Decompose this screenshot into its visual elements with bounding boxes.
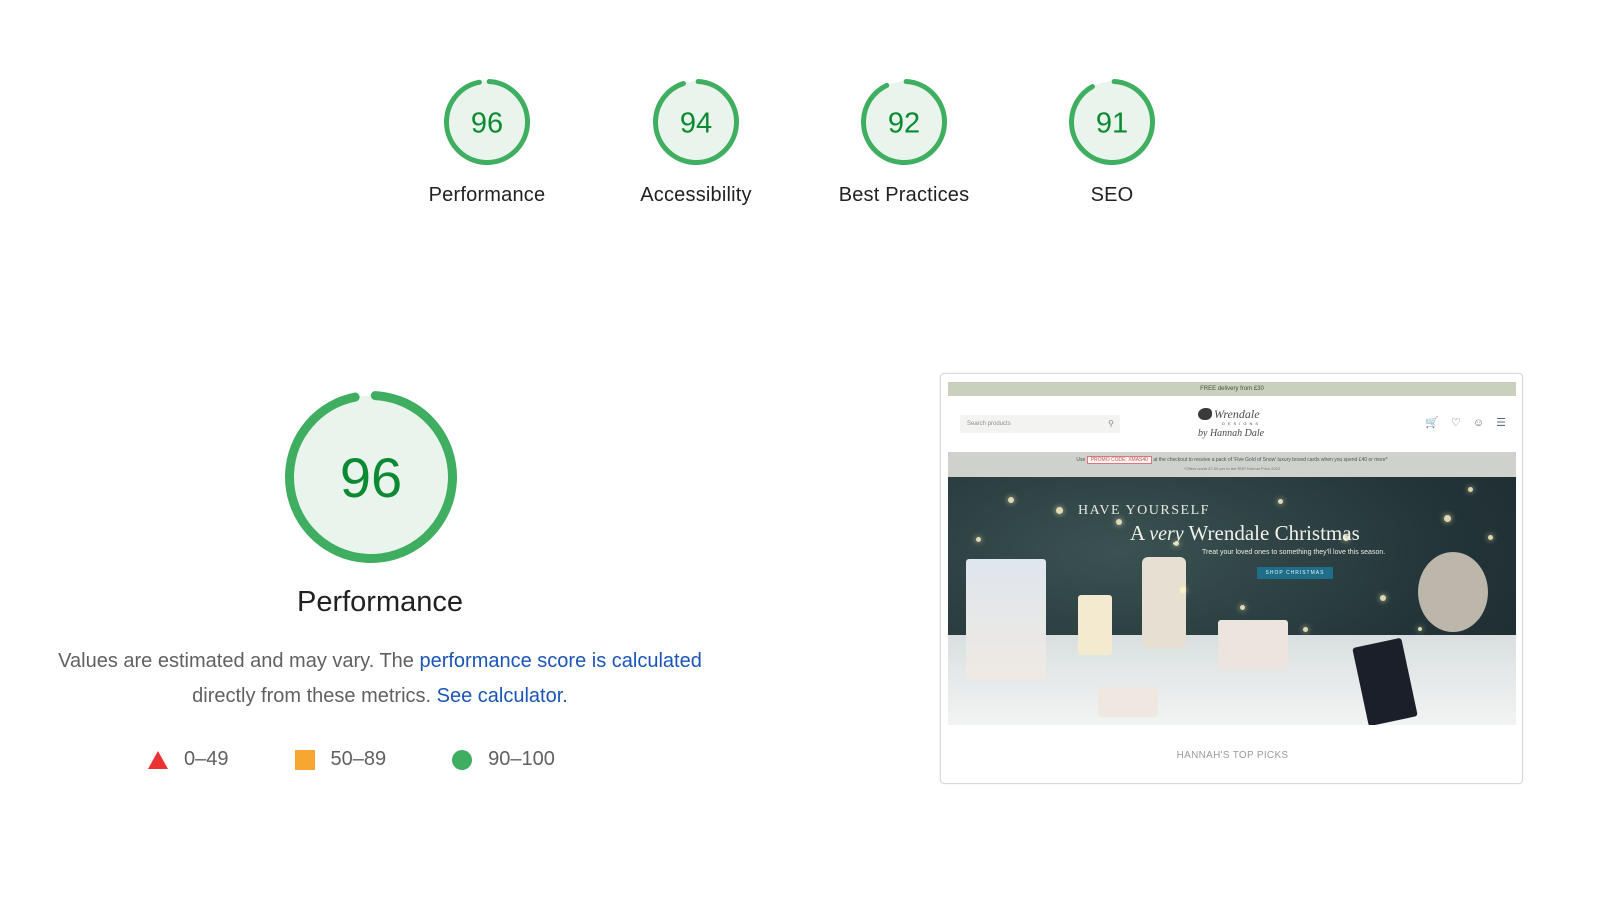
bokeh-light — [1180, 587, 1186, 593]
bokeh-light — [1444, 515, 1451, 522]
promo-code: PROMO CODE: XMAS40 — [1086, 456, 1152, 464]
wren-bird-icon — [1198, 408, 1212, 420]
preview-logo: Wrendale DESIGNS by Hannah Dale — [1196, 406, 1276, 444]
shop-christmas-button: SHOP CHRISTMAS — [1257, 567, 1333, 579]
score-gauge: 96 — [444, 79, 530, 165]
hero-product-tin — [1142, 557, 1186, 649]
gauge-score: 94 — [680, 107, 712, 139]
menu-icon: ☰ — [1496, 417, 1506, 429]
hero-line2-em: very — [1149, 523, 1184, 545]
final-screenshot-preview[interactable]: FREE delivery from £30 Search products ⚲… — [940, 373, 1523, 784]
square-average-icon — [294, 749, 315, 770]
bokeh-light — [1240, 605, 1245, 610]
promo-suffix: at the checkout to receive a pack of 'Fi… — [1153, 457, 1388, 463]
legend-item-pass: 90–100 — [452, 748, 555, 771]
legend-item-average: 50–89 — [294, 748, 387, 771]
logo-signature: by Hannah Dale — [1198, 428, 1265, 439]
preview-header-icons: 🛒 ♡ ☺ ☰ — [1413, 416, 1506, 430]
hero-product-clock — [1418, 552, 1488, 632]
hero-line1: HAVE YOURSELF — [1078, 503, 1210, 518]
preview-section-title: HANNAH'S TOP PICKS — [1176, 750, 1289, 761]
hero-product-card — [966, 559, 1046, 679]
score-calculation-link[interactable]: performance score is calculated — [419, 650, 701, 672]
preview-search-placeholder: Search products — [967, 421, 1011, 427]
category-gauges: 96 Performance 94 Accessibility 92 Best … — [0, 78, 1600, 228]
gauge-score: 96 — [471, 107, 503, 139]
legend-range: 50–89 — [330, 748, 387, 770]
bokeh-light — [976, 537, 981, 542]
preview-promo-bar: Use PROMO CODE: XMAS40 at the checkout t… — [948, 452, 1516, 477]
gauge-performance[interactable]: 96 Performance — [397, 78, 577, 207]
logo-brand: Wrendale — [1214, 407, 1260, 421]
bokeh-light — [1008, 497, 1014, 503]
promo-note: *Offers worth £7.00 per to the RRP Norma… — [1183, 466, 1281, 471]
legend-item-fail: 0–49 — [148, 748, 229, 771]
preview-hero-image: HAVE YOURSELF A very Wrendale Christmas … — [948, 477, 1516, 725]
bokeh-light — [1488, 535, 1493, 540]
description-text: Values are estimated and may vary. The — [58, 650, 420, 672]
gauge-label: Best Practices — [838, 184, 970, 206]
score-legend: 0–49 50–89 90–100 — [148, 748, 555, 771]
account-icon: ☺ — [1472, 416, 1485, 429]
hero-product-house — [1078, 595, 1112, 655]
score-gauge: 91 — [1069, 79, 1155, 165]
hero-line3: Treat your loved ones to something they'… — [1202, 549, 1386, 556]
score-gauge: 92 — [861, 79, 947, 165]
bokeh-light — [1468, 487, 1473, 492]
gauge-score: 96 — [340, 446, 402, 509]
gauge-label: Accessibility — [640, 184, 752, 206]
performance-description: Values are estimated and may vary. The p… — [0, 644, 760, 714]
gauge-seo[interactable]: 91 SEO — [1022, 78, 1202, 207]
bokeh-light — [1056, 507, 1063, 514]
circle-pass-icon — [452, 749, 473, 770]
gauge-label: SEO — [1090, 184, 1134, 206]
bokeh-light — [1303, 627, 1308, 632]
gauge-accessibility[interactable]: 94 Accessibility — [606, 78, 786, 207]
hero-product-box — [1218, 620, 1288, 670]
legend-range: 90–100 — [488, 748, 555, 770]
preview-search-input: Search products ⚲ — [960, 415, 1120, 433]
basket-icon: 🛒 — [1425, 417, 1440, 429]
gauge-score: 91 — [1096, 107, 1128, 139]
search-icon: ⚲ — [1108, 419, 1114, 428]
hero-line2: A very Wrendale Christmas — [1130, 521, 1360, 546]
heart-icon: ♡ — [1451, 417, 1461, 429]
gauge-best-practices[interactable]: 92 Best Practices — [814, 78, 994, 207]
score-gauge: 94 — [653, 79, 739, 165]
gauge-label: Performance — [428, 184, 546, 206]
triangle-fail-icon — [148, 750, 168, 769]
legend-range: 0–49 — [184, 748, 229, 770]
hero-line2-b: Wrendale Christmas — [1183, 521, 1360, 545]
bokeh-light — [1380, 595, 1386, 601]
performance-gauge-large: 96 — [285, 391, 457, 563]
hero-product-cards — [1098, 687, 1158, 717]
performance-title: Performance — [296, 586, 463, 618]
description-text: directly from these metrics. — [192, 685, 437, 707]
gauge-score: 92 — [888, 107, 920, 139]
see-calculator-link[interactable]: See calculator. — [437, 685, 568, 707]
bokeh-light — [1418, 627, 1422, 631]
promo-prefix: Use — [1076, 457, 1086, 463]
preview-delivery-banner: FREE delivery from £30 — [948, 382, 1516, 396]
preview-header: Search products ⚲ Wrendale DESIGNS by Ha… — [948, 396, 1516, 452]
logo-sub: DESIGNS — [1222, 421, 1262, 426]
hero-line2-a: A — [1130, 521, 1150, 545]
bokeh-light — [1116, 519, 1122, 525]
bokeh-light — [1278, 499, 1283, 504]
